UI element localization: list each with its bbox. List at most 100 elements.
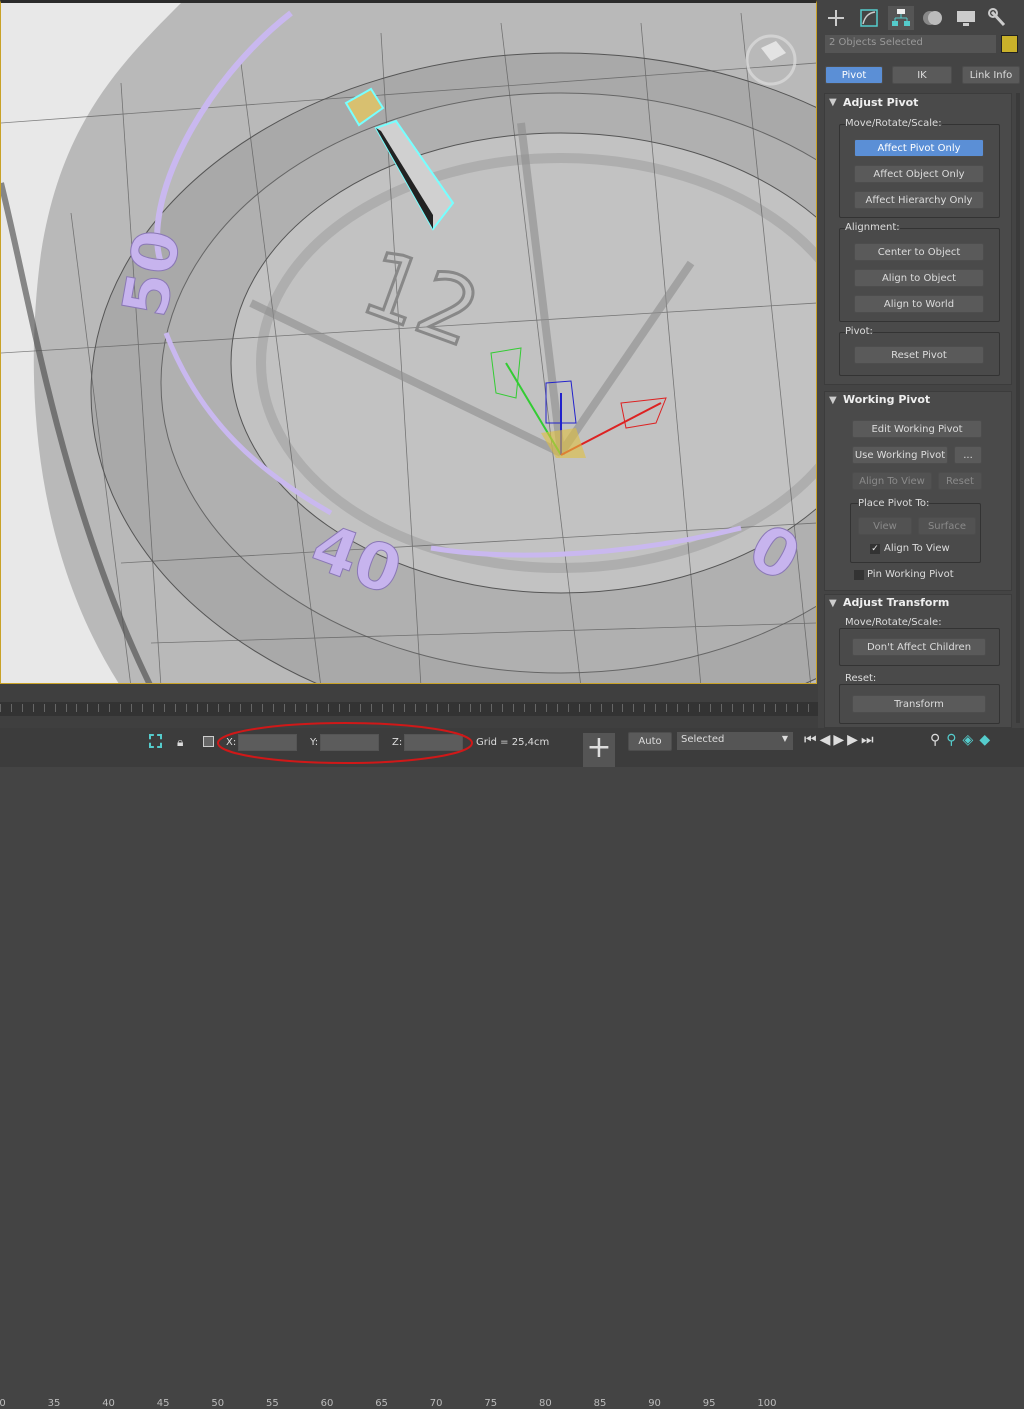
collapse-arrow-icon[interactable]: ▼	[829, 97, 837, 108]
working-pivot-options-button[interactable]: ...	[954, 446, 982, 464]
command-panel: 2 Objects Selected Pivot IK Link Info ▼ …	[818, 0, 1024, 728]
reset-transform-button[interactable]: Transform	[852, 695, 986, 713]
panel-scrollbar[interactable]	[1016, 93, 1020, 723]
timeline-tick	[698, 704, 700, 712]
timeline-tick	[360, 704, 362, 712]
timeline-tick	[393, 704, 395, 712]
timeline-tick	[54, 704, 56, 712]
tab-pivot[interactable]: Pivot	[825, 66, 883, 84]
previous-frame-icon[interactable]: ◀	[820, 732, 834, 748]
timeline-tick	[524, 704, 526, 712]
affect-hierarchy-only-button[interactable]: Affect Hierarchy Only	[854, 191, 984, 209]
reset-working-pivot-button: Reset	[938, 472, 982, 490]
create-icon[interactable]	[823, 6, 849, 30]
absolute-mode-icon[interactable]	[203, 736, 214, 747]
collapse-arrow-icon[interactable]: ▼	[829, 395, 837, 406]
scene-wireframe: 12 50 40 0	[1, 3, 816, 683]
go-to-end-icon[interactable]: ⏭	[861, 732, 877, 748]
timeline-tick	[546, 704, 547, 712]
dont-affect-children-button[interactable]: Don't Affect Children	[852, 638, 986, 656]
timeline-tick-label: 55	[266, 1398, 279, 1409]
timeline-tick	[775, 704, 777, 712]
timeline-tick-label: 95	[702, 1398, 716, 1409]
timeline-tick	[251, 704, 253, 712]
object-color-swatch[interactable]	[1001, 35, 1018, 53]
timeline-tick	[469, 704, 471, 712]
timeline-tick	[611, 704, 613, 712]
timeline-tick	[491, 704, 493, 712]
timeline-tick-label: 50	[211, 1398, 225, 1409]
red-annotation-ellipse	[217, 722, 473, 764]
timeline-tick	[207, 704, 209, 712]
timeline-tick-label: 75	[484, 1398, 498, 1409]
timeline-tick	[458, 704, 460, 712]
bezel-label: 50	[108, 224, 195, 322]
align-to-object-button[interactable]: Align to Object	[854, 269, 984, 287]
timeline-tick	[316, 704, 318, 712]
edit-working-pivot-button[interactable]: Edit Working Pivot	[852, 420, 982, 438]
rollout-title[interactable]: Adjust Pivot	[843, 96, 918, 109]
timeline-tick	[338, 704, 340, 712]
use-working-pivot-button[interactable]: Use Working Pivot	[852, 446, 948, 464]
group-label: Alignment:	[845, 222, 900, 233]
group-label: Pivot:	[845, 326, 873, 337]
orbit-icon[interactable]: ◆	[979, 732, 996, 748]
add-time-tag-icon[interactable]: +	[583, 733, 615, 767]
timeline-tick	[633, 704, 635, 712]
zoom-all-icon[interactable]: ⚲	[946, 732, 962, 748]
timeline-tick-label: 35	[47, 1398, 61, 1409]
go-to-start-icon[interactable]: ⏮	[804, 732, 820, 748]
hierarchy-icon[interactable]	[888, 6, 914, 30]
group-label: Move/Rotate/Scale:	[845, 617, 942, 628]
timeline-tick	[720, 704, 722, 712]
zoom-extents-icon[interactable]: ◈	[963, 732, 980, 748]
collapse-arrow-icon[interactable]: ▼	[829, 598, 837, 609]
key-mode-dropdown[interactable]: Selected ▼	[677, 732, 793, 750]
timeline-tick	[382, 704, 384, 712]
timeline-tick-label: 100	[757, 1398, 777, 1409]
timeline-tick	[218, 704, 220, 712]
timeline-tick	[655, 704, 657, 712]
next-frame-icon[interactable]: ▶	[847, 732, 861, 748]
utilities-icon[interactable]	[985, 6, 1011, 30]
group-label: Reset:	[845, 673, 877, 684]
lock-icon[interactable]: 🔒︎	[177, 735, 183, 750]
display-icon[interactable]	[953, 6, 979, 30]
timeline-tick	[797, 704, 799, 712]
affect-object-only-button[interactable]: Affect Object Only	[854, 165, 984, 183]
align-to-view-checkbox[interactable]: ✓	[870, 544, 880, 554]
center-to-object-button[interactable]: Center to Object	[854, 243, 984, 261]
tab-link-info[interactable]: Link Info	[962, 66, 1020, 84]
modify-icon[interactable]	[856, 6, 882, 30]
timeline-tick	[98, 704, 100, 712]
affect-pivot-only-button[interactable]: Affect Pivot Only	[854, 139, 984, 157]
rollout-title[interactable]: Working Pivot	[843, 393, 930, 406]
pin-working-pivot-checkbox[interactable]	[854, 570, 864, 580]
timeline-tick-label: 65	[375, 1398, 388, 1409]
selection-lock-icon[interactable]	[149, 734, 162, 748]
timeline-tick	[404, 704, 406, 712]
align-to-world-button[interactable]: Align to World	[854, 295, 984, 313]
play-icon[interactable]: ▶	[833, 732, 847, 748]
chevron-down-icon: ▼	[781, 734, 788, 743]
timeline-tick	[43, 704, 45, 712]
align-to-view-button: Align To View	[852, 472, 932, 490]
timeline-tick	[262, 704, 264, 712]
motion-icon[interactable]	[920, 6, 946, 30]
timeline-tick	[120, 704, 122, 712]
selection-name-field[interactable]: 2 Objects Selected	[825, 35, 996, 53]
timeline-tick-label: 80	[539, 1398, 552, 1409]
timeline-tick	[131, 704, 133, 712]
zoom-icon[interactable]: ⚲	[930, 732, 946, 748]
auto-key-button[interactable]: Auto	[628, 732, 672, 751]
timeline-tick	[687, 704, 689, 712]
timeline-tick	[185, 704, 187, 712]
tab-ik[interactable]: IK	[892, 66, 952, 84]
timeline-tick	[76, 704, 78, 712]
timeline-tick	[294, 704, 296, 712]
viewport-perspective[interactable]: 12 50 40 0	[0, 0, 817, 684]
reset-pivot-button[interactable]: Reset Pivot	[854, 346, 984, 364]
timeline-tick	[10, 704, 12, 712]
timeline-tick-label: 45	[156, 1398, 170, 1409]
rollout-title[interactable]: Adjust Transform	[843, 596, 949, 609]
